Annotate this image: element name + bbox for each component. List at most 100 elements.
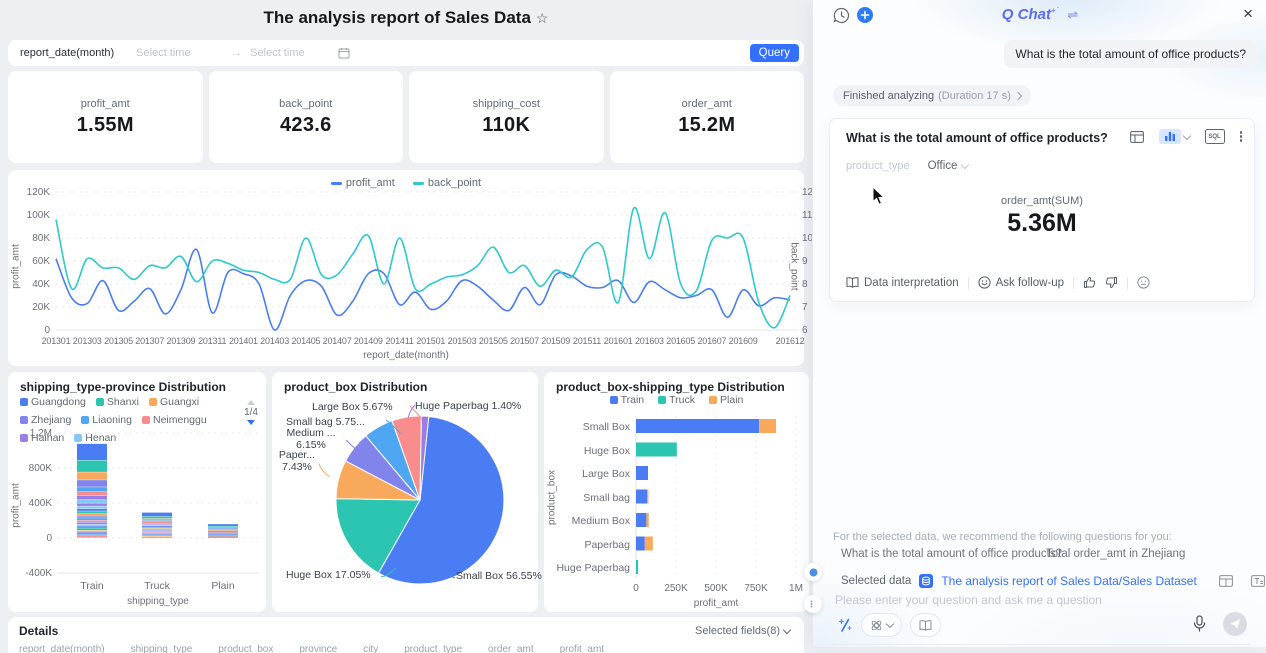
end-time-input[interactable]: Select time	[250, 47, 338, 59]
answer-toolbar: SQL	[1130, 129, 1243, 144]
swap-mode-icon[interactable]: ⇌	[1067, 7, 1078, 23]
chat-title-wrap: Q Chat+˙ ⇌	[813, 6, 1266, 23]
y-axis-tick: Huge Paperbag	[544, 562, 630, 574]
y-axis-tick: 7	[802, 302, 808, 313]
bar-segment	[142, 536, 172, 537]
floating-assistant-icon[interactable]	[804, 563, 822, 581]
favorite-star-icon[interactable]: ☆	[536, 10, 549, 26]
bar-segment	[208, 533, 238, 534]
bar-segment	[77, 521, 107, 523]
kpi-label: order_amt	[682, 98, 732, 110]
bar-segment	[208, 529, 238, 530]
thumbs-down-icon[interactable]	[1105, 276, 1118, 289]
dataset-link[interactable]: The analysis report of Sales Data/Sales …	[941, 574, 1196, 588]
query-button[interactable]: Query	[750, 44, 799, 62]
recommend-question-1[interactable]: What is the total amount of office produ…	[841, 548, 1062, 560]
smart-prompt-icon[interactable]	[837, 617, 853, 633]
bar-segment	[142, 535, 172, 536]
divider	[968, 277, 969, 289]
bar-segment	[636, 537, 645, 551]
details-column-header: product_box	[218, 644, 273, 653]
qchat-panel: Q Chat+˙ ⇌ × What is the total amount of…	[812, 0, 1266, 647]
x-axis-tick: 201612	[772, 336, 808, 346]
input-bottom-border	[829, 644, 1251, 645]
dataset-fields-icon[interactable]	[1251, 575, 1265, 587]
bar-segment	[77, 496, 107, 500]
bar-segment	[77, 506, 107, 508]
selected-fields-dropdown[interactable]: Selected fields(8)	[695, 625, 790, 637]
pie-slice-label: Small Box 56.55%	[456, 570, 546, 582]
floating-handle-icon[interactable]	[804, 595, 822, 613]
y-axis-tick: 11	[802, 210, 812, 221]
y-axis-tick: 100K	[8, 210, 50, 221]
question-input[interactable]	[833, 592, 1167, 608]
selected-fields-label: Selected fields(8)	[695, 625, 780, 637]
model-select-dropdown[interactable]	[861, 613, 902, 637]
sql-icon[interactable]: SQL	[1205, 129, 1225, 144]
kpi-value: 110K	[482, 114, 530, 137]
y-axis-tick: 8	[802, 279, 808, 290]
bar-segment	[142, 529, 172, 530]
bar-segment	[759, 419, 776, 433]
microphone-icon[interactable]	[1192, 615, 1207, 633]
y-axis-tick: 120K	[8, 187, 50, 198]
answer-filter-row: product_type Office	[846, 160, 968, 172]
y-axis-tick: 20K	[8, 302, 50, 313]
bar-segment	[636, 560, 638, 574]
bar-segment	[208, 537, 238, 538]
bar-segment	[142, 513, 172, 517]
bar-segment	[208, 524, 238, 526]
recommend-question-2[interactable]: Total order_amt in Zhejiang	[1046, 548, 1185, 560]
sparkle-icon: +˙	[1051, 6, 1060, 15]
bar-segment	[77, 444, 107, 460]
mouse-cursor	[872, 186, 886, 206]
dataset-table-icon[interactable]	[1219, 575, 1233, 587]
bar-segment	[142, 525, 172, 526]
details-column-header: province	[299, 644, 337, 653]
pie-slice-label: Large Box 5.67%	[312, 401, 402, 413]
stacked-bar-chart-card: shipping_type-province Distribution Guan…	[8, 372, 266, 612]
bar-segment	[208, 530, 238, 531]
knowledge-book-icon[interactable]	[910, 613, 941, 637]
more-options-icon[interactable]	[1240, 131, 1243, 142]
answer-card: What is the total amount of office produ…	[829, 118, 1255, 302]
feedback-smiley-icon[interactable]	[1137, 276, 1150, 289]
bar-segment	[77, 511, 107, 513]
kpi-label: back_point	[279, 98, 332, 110]
date-filter-bar: report_date(month) Select time → Select …	[8, 40, 804, 66]
screen: { "colors": { "accent": "#3370ff", "link…	[0, 0, 1266, 647]
start-time-input[interactable]: Select time	[136, 47, 231, 59]
bar-segment	[142, 519, 172, 520]
table-view-icon[interactable]	[1130, 131, 1144, 143]
y-axis-tick: 9	[802, 256, 808, 267]
selected-data-label: Selected data	[841, 575, 911, 587]
chevron-down-icon	[961, 161, 969, 169]
line-chart-card: profit_amtback_point 020K40K60K80K100K12…	[8, 170, 804, 366]
filter-value-dropdown[interactable]: Office	[928, 160, 969, 172]
y-axis-title: profit_amt	[11, 237, 22, 297]
ask-follow-up-button[interactable]: Ask follow-up	[978, 276, 1064, 289]
bar-segment	[636, 443, 677, 457]
data-interpretation-button[interactable]: Data interpretation	[846, 277, 959, 289]
chevron-down-icon	[1182, 131, 1190, 139]
calendar-icon[interactable]	[338, 47, 350, 59]
bar-segment	[77, 514, 107, 516]
analysis-status-pill[interactable]: Finished analyzing (Duration 17 s)	[833, 85, 1031, 106]
close-icon[interactable]: ×	[1243, 4, 1253, 24]
send-button[interactable]	[1223, 612, 1247, 636]
bar-segment	[77, 492, 107, 496]
bar-segment	[636, 419, 759, 433]
bar-segment	[77, 518, 107, 520]
x-axis-tick: Truck	[132, 580, 182, 592]
bar-segment	[647, 490, 648, 504]
x-axis-title: shipping_type	[58, 596, 258, 607]
bar-segment	[208, 536, 238, 537]
thumbs-up-icon[interactable]	[1083, 276, 1096, 289]
bar-segment	[208, 537, 238, 538]
chart-type-dropdown[interactable]	[1159, 129, 1190, 144]
details-column-header: report_date(month)	[19, 644, 105, 653]
y-axis-tick: Paperbag	[544, 539, 630, 551]
kpi-card: profit_amt1.55M	[8, 71, 203, 163]
range-arrow-icon: →	[231, 47, 242, 59]
kpi-card: back_point423.6	[209, 71, 404, 163]
